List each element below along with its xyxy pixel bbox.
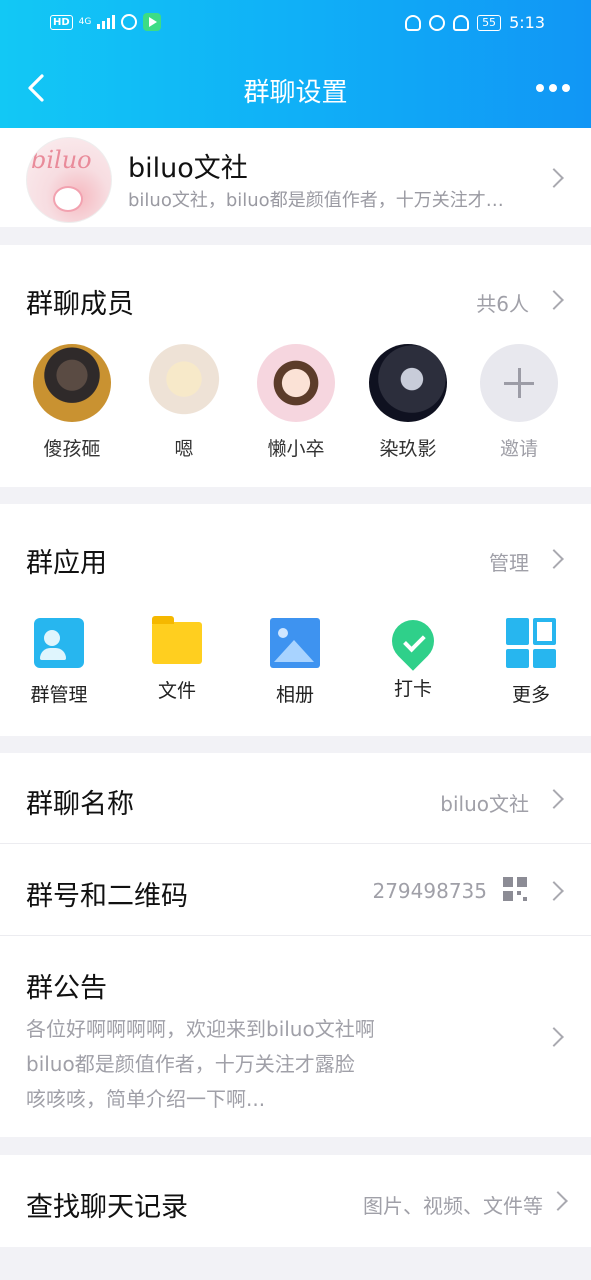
status-bar: HD 4G 55 5:13	[0, 10, 591, 38]
group-name-label[interactable]: 群聊名称	[26, 782, 134, 821]
members-title: 群聊成员	[26, 289, 134, 320]
check-in-icon	[383, 611, 443, 671]
top-bar: HD 4G 55 5:13 群聊设置	[0, 0, 591, 128]
app-check-in[interactable]: 打卡	[368, 611, 458, 701]
more-apps-icon	[506, 618, 556, 668]
group-number-value: 279498735	[372, 879, 487, 903]
member-name: 嗯	[174, 438, 194, 460]
group-manage-icon	[34, 618, 84, 668]
member-avatar	[257, 344, 335, 422]
member-avatar	[145, 344, 223, 422]
app-label: 文件	[157, 680, 196, 702]
member-name: 傻孩砸	[43, 438, 101, 460]
page-title: 群聊设置	[243, 78, 348, 108]
notice-line: 咳咳咳，简单介绍一下啊...	[26, 1087, 266, 1111]
group-avatar[interactable]: biluo	[26, 137, 112, 223]
battery-indicator: 55	[477, 14, 502, 31]
signal-icon	[97, 15, 116, 29]
app-label: 群管理	[30, 684, 88, 706]
folder-icon	[152, 616, 202, 664]
member-name: 染玖影	[379, 438, 437, 460]
bear-illustration	[53, 186, 83, 212]
member-avatar	[33, 344, 111, 422]
group-name-value: biluo文社	[440, 792, 529, 816]
group-number-label[interactable]: 群号和二维码	[26, 874, 188, 913]
invite-label: 邀请	[499, 438, 538, 460]
mute-icon	[453, 14, 470, 31]
group-notice-text: 各位好啊啊啊啊，欢迎来到biluo文社啊 biluo都是颜值作者，十万关注才露脸…	[26, 1012, 375, 1117]
group-notice-label[interactable]: 群公告	[26, 966, 107, 1005]
alarm-icon	[429, 14, 446, 31]
app-label: 打卡	[393, 678, 432, 700]
more-options-icon[interactable]	[533, 76, 573, 100]
group-name: biluo文社	[128, 153, 248, 184]
app-label: 相册	[275, 684, 314, 706]
apps-manage-link[interactable]: 管理	[489, 547, 529, 576]
search-history-label[interactable]: 查找聊天记录	[26, 1185, 188, 1224]
member-item[interactable]: 染玖影	[368, 344, 448, 461]
divider	[0, 935, 591, 936]
member-item[interactable]: 傻孩砸	[32, 344, 112, 461]
video-app-icon	[143, 13, 162, 31]
member-name: 懒小卒	[267, 438, 325, 460]
group-description: biluo文社，biluo都是颜值作者，十万关注才…	[128, 190, 504, 211]
add-icon	[480, 344, 558, 422]
divider	[0, 843, 591, 844]
search-history-hint: 图片、视频、文件等	[363, 1194, 543, 1218]
hd-indicator: HD	[50, 14, 73, 30]
member-item[interactable]: 懒小卒	[256, 344, 336, 461]
qr-code-icon[interactable]	[503, 877, 527, 901]
status-time: 5:13	[509, 13, 545, 32]
notice-line: 各位好啊啊啊啊，欢迎来到biluo文社啊	[26, 1017, 375, 1041]
nav-bar: 群聊设置	[0, 60, 591, 118]
headphone-icon	[405, 14, 422, 31]
app-album[interactable]: 相册	[250, 618, 340, 707]
group-avatar-logo: biluo	[31, 146, 92, 174]
app-files[interactable]: 文件	[132, 616, 222, 703]
app-more[interactable]: 更多	[486, 618, 576, 707]
hotspot-icon	[121, 14, 138, 30]
notice-line: biluo都是颜值作者，十万关注才露脸	[26, 1052, 355, 1076]
member-avatar	[369, 344, 447, 422]
photo-icon	[270, 618, 320, 668]
member-item[interactable]: 嗯	[144, 344, 224, 461]
members-count[interactable]: 共6人	[476, 288, 529, 317]
app-label: 更多	[511, 684, 550, 706]
network-gen: 4G	[78, 16, 92, 27]
app-group-manage[interactable]: 群管理	[14, 618, 104, 707]
apps-title: 群应用	[26, 548, 107, 579]
invite-button[interactable]: 邀请	[479, 344, 559, 461]
